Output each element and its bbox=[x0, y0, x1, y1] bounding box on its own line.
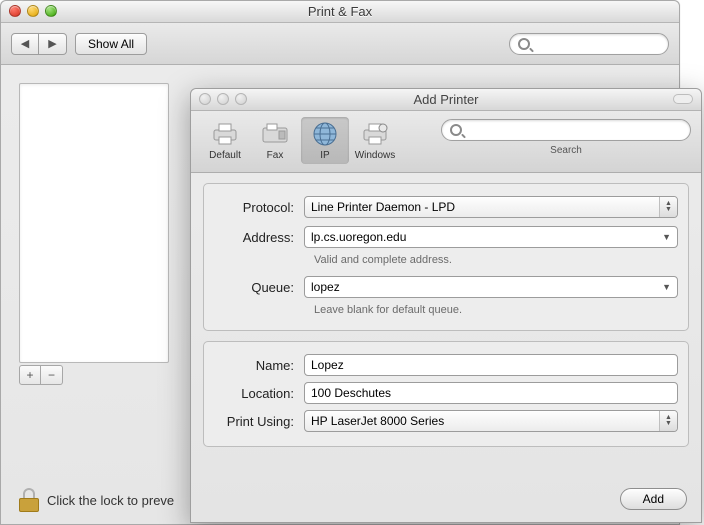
windows-printer-icon bbox=[360, 120, 390, 148]
zoom-icon[interactable] bbox=[45, 5, 57, 17]
name-label: Name: bbox=[214, 358, 304, 373]
show-all-button[interactable]: Show All bbox=[75, 33, 147, 55]
toolbar-item-label: Default bbox=[209, 150, 241, 161]
toolbar-item-ip[interactable]: IP bbox=[301, 117, 349, 164]
fax-icon bbox=[260, 120, 290, 148]
lock-text: Click the lock to preve bbox=[47, 493, 174, 508]
print-using-label: Print Using: bbox=[214, 414, 304, 429]
show-all-label: Show All bbox=[88, 37, 134, 51]
close-icon[interactable] bbox=[199, 93, 211, 105]
minimize-icon[interactable] bbox=[27, 5, 39, 17]
search-icon bbox=[518, 38, 530, 50]
queue-combo[interactable]: lopez ▼ bbox=[304, 276, 678, 298]
printer-icon bbox=[210, 120, 240, 148]
printer-list[interactable] bbox=[19, 83, 169, 363]
chevron-down-icon: ▼ bbox=[662, 232, 671, 242]
printer-list-buttons: + − bbox=[19, 365, 63, 385]
minimize-icon[interactable] bbox=[217, 93, 229, 105]
minus-icon: − bbox=[48, 368, 55, 382]
lock-icon[interactable] bbox=[19, 488, 39, 512]
toolbar-item-label: Windows bbox=[355, 150, 396, 161]
remove-printer-button[interactable]: − bbox=[41, 365, 63, 385]
nav-segment: ◀ ▶ bbox=[11, 33, 67, 55]
add-printer-toolbar: Default Fax IP Windows bbox=[191, 111, 701, 173]
address-label: Address: bbox=[214, 230, 304, 245]
add-printer-window: Add Printer Default Fax IP bbox=[190, 88, 702, 523]
queue-label: Queue: bbox=[214, 280, 304, 295]
back-button[interactable]: ◀ bbox=[11, 33, 39, 55]
search-label: Search bbox=[550, 145, 582, 156]
toolbar-item-label: IP bbox=[320, 150, 329, 161]
add-printer-title: Add Printer bbox=[413, 92, 478, 107]
forward-button[interactable]: ▶ bbox=[39, 33, 67, 55]
location-input[interactable] bbox=[304, 382, 678, 404]
name-input[interactable] bbox=[304, 354, 678, 376]
add-printer-search-field[interactable] bbox=[441, 119, 691, 141]
window-controls bbox=[9, 5, 57, 17]
chevron-left-icon: ◀ bbox=[21, 37, 29, 50]
add-printer-titlebar: Add Printer bbox=[191, 89, 701, 111]
protocol-select[interactable]: Line Printer Daemon - LPD bbox=[304, 196, 678, 218]
queue-value: lopez bbox=[311, 280, 340, 294]
connection-panel: Protocol: Line Printer Daemon - LPD ▲▼ A… bbox=[203, 183, 689, 331]
lock-row: Click the lock to preve bbox=[19, 488, 174, 512]
add-button-label: Add bbox=[643, 492, 664, 506]
queue-hint: Leave blank for default queue. bbox=[314, 304, 678, 316]
toolbar-item-windows[interactable]: Windows bbox=[351, 117, 399, 164]
close-icon[interactable] bbox=[9, 5, 21, 17]
location-label: Location: bbox=[214, 386, 304, 401]
toolbar-items: Default Fax IP Windows bbox=[201, 117, 399, 164]
print-fax-toolbar: ◀ ▶ Show All bbox=[1, 23, 679, 65]
chevron-right-icon: ▶ bbox=[48, 37, 56, 50]
plus-icon: + bbox=[26, 368, 33, 382]
zoom-icon[interactable] bbox=[235, 93, 247, 105]
toolbar-item-default[interactable]: Default bbox=[201, 117, 249, 164]
print-using-select[interactable]: HP LaserJet 8000 Series bbox=[304, 410, 678, 432]
toolbar-item-label: Fax bbox=[267, 150, 284, 161]
toolbar-item-fax[interactable]: Fax bbox=[251, 117, 299, 164]
address-value: lp.cs.uoregon.edu bbox=[311, 230, 406, 244]
address-hint: Valid and complete address. bbox=[314, 254, 678, 266]
toolbar-toggle-icon[interactable] bbox=[673, 94, 693, 104]
search-icon bbox=[450, 124, 462, 136]
prefs-search-field[interactable] bbox=[509, 33, 669, 55]
add-printer-button[interactable]: + bbox=[19, 365, 41, 385]
chevron-down-icon: ▼ bbox=[662, 282, 671, 292]
window-controls-inactive bbox=[199, 93, 247, 105]
add-button[interactable]: Add bbox=[620, 488, 687, 510]
protocol-label: Protocol: bbox=[214, 200, 304, 215]
globe-icon bbox=[310, 120, 340, 148]
address-combo[interactable]: lp.cs.uoregon.edu ▼ bbox=[304, 226, 678, 248]
print-fax-titlebar: Print & Fax bbox=[1, 1, 679, 23]
description-panel: Name: Location: Print Using: HP LaserJet… bbox=[203, 341, 689, 447]
print-fax-title: Print & Fax bbox=[308, 4, 372, 19]
